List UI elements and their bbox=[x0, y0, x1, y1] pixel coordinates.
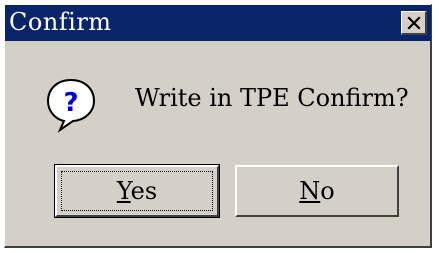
no-button[interactable]: No bbox=[235, 165, 399, 217]
close-button[interactable] bbox=[401, 11, 427, 35]
title-bar[interactable]: Confirm bbox=[5, 5, 431, 41]
svg-text:?: ? bbox=[63, 88, 78, 118]
no-mnemonic: N bbox=[299, 177, 321, 205]
dialog-title: Confirm bbox=[9, 8, 112, 36]
no-label-rest: o bbox=[320, 177, 335, 205]
dialog-message: Write in TPE Confirm? bbox=[135, 84, 409, 112]
question-icon: ? bbox=[46, 78, 96, 133]
confirm-dialog: Confirm ? Write in TPE Confirm? Yes No bbox=[4, 4, 432, 248]
close-icon bbox=[406, 15, 421, 30]
yes-button[interactable]: Yes bbox=[54, 164, 220, 218]
focus-ring bbox=[61, 171, 213, 211]
